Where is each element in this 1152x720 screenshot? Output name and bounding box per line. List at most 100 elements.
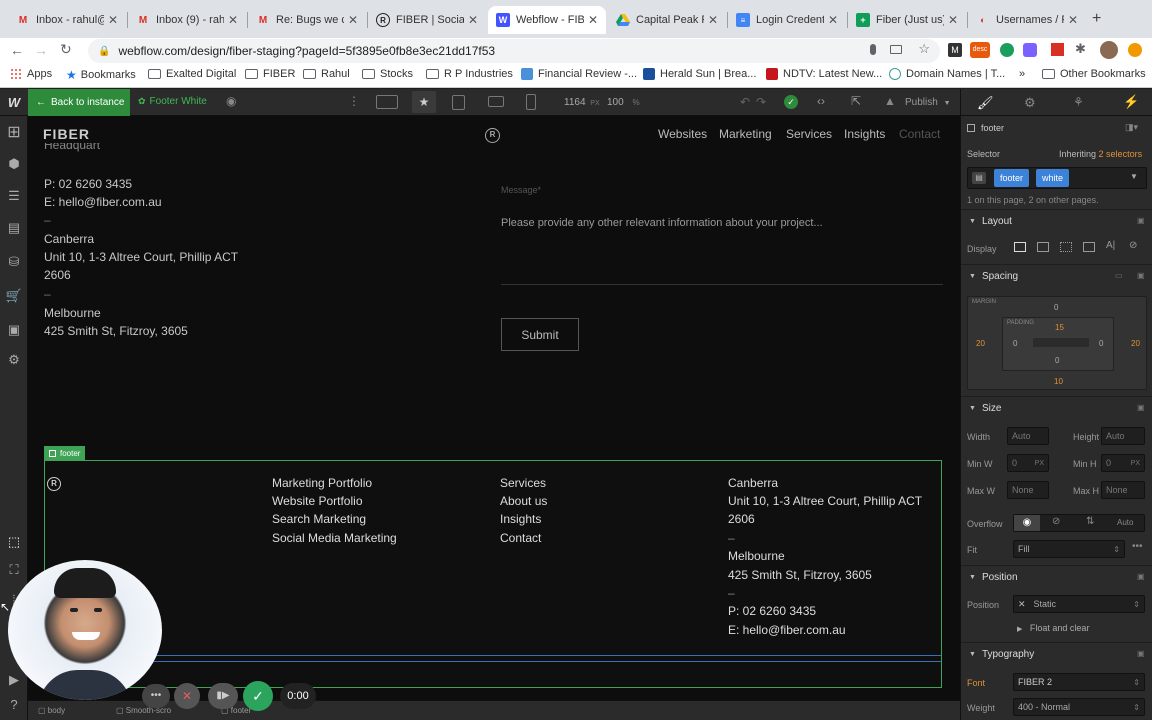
interactions-bolt-icon[interactable]: ⚡ — [1123, 94, 1139, 110]
grammarly-icon[interactable] — [1000, 43, 1014, 57]
undo-icon[interactable]: ↶ — [740, 95, 750, 109]
base-breakpoint-icon[interactable]: ★ — [412, 91, 436, 113]
bookmark-folder[interactable]: Stocks — [362, 68, 413, 80]
max-height-input[interactable]: None — [1101, 481, 1145, 499]
section-menu-icon[interactable]: ▣ — [1137, 649, 1145, 658]
star-icon[interactable]: ☆ — [918, 41, 930, 57]
padding-top-value[interactable]: 15 — [1055, 323, 1064, 332]
layout-section-header[interactable]: ▼ Layout — [961, 209, 1152, 233]
footer-link[interactable]: Search Marketing — [272, 512, 366, 526]
address-bar[interactable]: 🔒 webflow.com/design/fiber-staging?pageI… — [88, 39, 940, 63]
back-to-instance-button[interactable]: ← Back to instance — [28, 89, 130, 116]
bookmark-folder[interactable]: FIBER — [245, 68, 295, 80]
class-pill-white[interactable]: white — [1036, 169, 1070, 187]
update-icon[interactable] — [1128, 43, 1142, 57]
browser-tab[interactable]: + Fiber (Just us) ✕ — [848, 6, 966, 34]
min-height-input[interactable]: 0 PX — [1101, 454, 1145, 472]
more-bookmarks[interactable]: » — [1019, 68, 1025, 80]
footer-link[interactable]: Social Media Marketing — [272, 531, 397, 545]
bookmark-site[interactable]: Financial Review -... — [521, 68, 637, 80]
add-panel-icon[interactable]: ⊞ — [6, 124, 22, 141]
style-manager-icon[interactable]: ⚘ — [1073, 95, 1084, 109]
close-icon[interactable]: ✕ — [1068, 13, 1078, 27]
select-mode-icon[interactable]: ⬚ — [6, 534, 22, 550]
browser-tab-active[interactable]: W Webflow - FIB ✕ — [488, 6, 606, 34]
bookmark-folder[interactable]: R P Industries — [426, 68, 513, 80]
publish-button[interactable]: Publish ▼ — [905, 97, 951, 108]
mobile-portrait-icon[interactable] — [526, 94, 536, 110]
code-icon[interactable]: ‹› — [817, 94, 825, 108]
close-icon[interactable]: ✕ — [828, 13, 838, 27]
close-icon[interactable]: ✕ — [948, 13, 958, 27]
ecommerce-icon[interactable]: 🛒 — [6, 288, 22, 304]
display-grid-icon[interactable] — [1060, 242, 1072, 252]
width-input[interactable]: Auto — [1007, 427, 1049, 445]
back-arrow-icon[interactable]: ← — [10, 42, 24, 58]
tablet-breakpoint-icon[interactable] — [452, 95, 465, 110]
more-dots-icon[interactable]: ⋮ — [348, 94, 360, 108]
gmail-extension-icon[interactable]: M — [948, 43, 962, 57]
nav-link-contact[interactable]: Contact — [899, 127, 940, 141]
other-bookmarks[interactable]: Other Bookmarks — [1042, 68, 1146, 80]
browser-tab[interactable]: Capital Peak P ✕ — [608, 6, 726, 34]
chevron-down-icon[interactable]: ▼ — [1130, 172, 1138, 181]
browser-tab[interactable]: M Inbox (9) - rahu ✕ — [128, 6, 246, 34]
typography-section-header[interactable]: ▼ Typography — [961, 642, 1152, 666]
close-icon[interactable]: ✕ — [588, 13, 598, 27]
forward-arrow-icon[interactable]: → — [34, 42, 48, 58]
section-menu-icon[interactable]: ▣ — [1137, 216, 1145, 225]
fit-select[interactable]: Fill ⇕ — [1013, 540, 1125, 558]
size-section-header[interactable]: ▼ Size — [961, 396, 1152, 420]
section-menu-icon[interactable]: ▣ — [1137, 271, 1145, 280]
footer-section[interactable]: R Marketing Portfolio Website Portfolio … — [44, 460, 942, 688]
position-select[interactable]: ✕ Static ⇕ — [1013, 595, 1145, 613]
extension-icon[interactable] — [1023, 43, 1037, 57]
pages-icon[interactable]: ▤ — [6, 220, 22, 236]
footer-link[interactable]: Services — [500, 476, 546, 490]
reload-icon[interactable]: ↻ — [60, 41, 72, 58]
bookmark-folder[interactable]: Rahul — [303, 68, 350, 80]
font-select[interactable]: FIBER 2 ⇕ — [1013, 673, 1145, 691]
display-none-icon[interactable]: ⊘ — [1129, 240, 1137, 251]
browser-tab[interactable]: M Inbox - rahul@ ✕ — [8, 6, 126, 34]
more-dots-icon[interactable]: ••• — [1132, 541, 1143, 552]
selector-menu-icon[interactable]: ▤ — [972, 172, 986, 184]
max-width-input[interactable]: None — [1007, 481, 1049, 499]
selected-element-tag[interactable]: footer — [44, 446, 86, 460]
footer-link[interactable]: About us — [500, 494, 547, 508]
margin-top-value[interactable]: 0 — [1054, 303, 1058, 312]
section-menu-icon[interactable]: ▣ — [1137, 572, 1145, 581]
display-block-icon[interactable] — [1014, 242, 1026, 252]
mobile-landscape-icon[interactable] — [488, 96, 504, 107]
overflow-auto-option[interactable]: Auto — [1117, 518, 1133, 527]
nav-link-marketing[interactable]: Marketing — [719, 127, 772, 141]
margin-right-value[interactable]: 20 — [1131, 339, 1140, 348]
overflow-visible-icon[interactable]: ◉ — [1014, 515, 1040, 531]
breadcrumb-item[interactable]: ▢ Smooth-scro — [116, 706, 171, 715]
cms-icon[interactable]: ⛁ — [6, 254, 22, 270]
section-menu-icon[interactable]: ▣ — [1137, 403, 1145, 412]
display-flex-icon[interactable] — [1037, 242, 1049, 252]
margin-bottom-value[interactable]: 10 — [1054, 377, 1063, 386]
settings-icon[interactable]: ⚙ — [6, 352, 22, 368]
settings-gear-icon[interactable]: ⚙ — [1024, 95, 1036, 111]
bookmark-site[interactable]: Domain Names | T... — [889, 68, 1005, 80]
recorder-more-button[interactable]: ••• — [142, 684, 170, 708]
message-textarea[interactable]: Please provide any other relevant inform… — [501, 213, 943, 285]
float-and-clear-toggle[interactable]: ▶ Float and clear — [1017, 623, 1089, 633]
design-canvas[interactable]: FIBER R Websites Marketing Services Insi… — [28, 116, 960, 720]
browser-tab[interactable]: ◐ Usernames / P ✕ — [968, 6, 1086, 34]
bookmark-site[interactable]: NDTV: Latest New... — [766, 68, 882, 80]
padding-right-value[interactable]: 0 — [1099, 339, 1103, 348]
webflow-logo-icon[interactable]: W — [0, 89, 28, 116]
close-icon[interactable]: ✕ — [228, 13, 238, 27]
overflow-hidden-icon[interactable]: ⊘ — [1052, 516, 1060, 527]
selector-field[interactable]: ▤ footer white ▼ — [967, 167, 1147, 189]
display-inline-block-icon[interactable] — [1083, 242, 1095, 252]
bookmark-folder[interactable]: Exalted Digital — [148, 68, 236, 80]
avatar[interactable] — [1100, 41, 1118, 59]
submit-button[interactable]: Submit — [501, 318, 579, 351]
bookmark-bookmarks[interactable]: ★ Bookmarks — [66, 68, 136, 82]
spacing-lock-icon[interactable]: ▭ — [1115, 271, 1123, 280]
nav-link-insights[interactable]: Insights — [844, 127, 885, 141]
